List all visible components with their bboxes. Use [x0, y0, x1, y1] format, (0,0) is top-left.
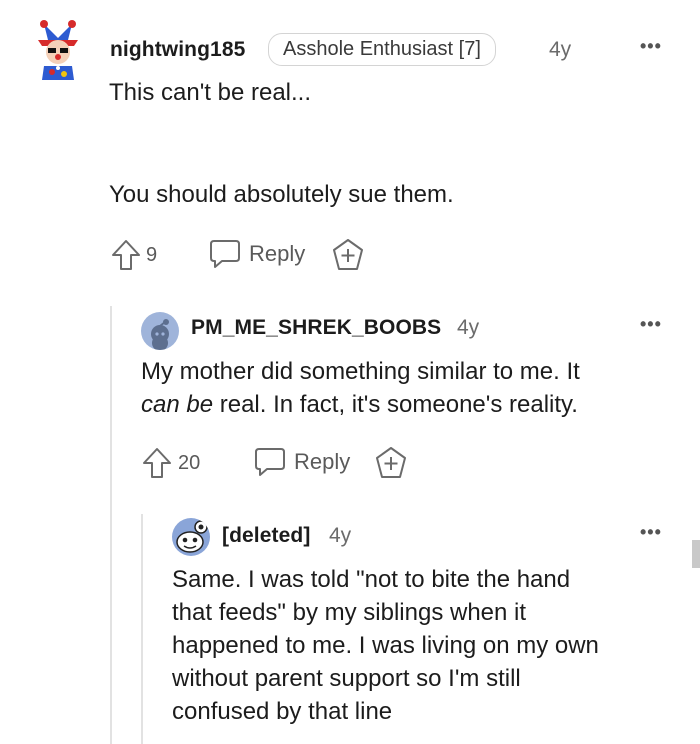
- upvote-count: 9: [146, 244, 158, 266]
- award-plus-icon: [333, 239, 363, 270]
- ellipsis-icon[interactable]: •••: [640, 314, 662, 335]
- comment-age: 4y: [457, 316, 480, 339]
- comment-line-rest: real. In fact, it's someone's reality.: [213, 391, 578, 418]
- scrollbar-thumb[interactable]: [692, 540, 700, 568]
- award-button[interactable]: [374, 446, 408, 485]
- comment-username[interactable]: nightwing185: [110, 38, 245, 62]
- user-avatar[interactable]: [34, 18, 82, 82]
- upvote-button[interactable]: [141, 446, 173, 480]
- user-avatar[interactable]: [172, 518, 210, 556]
- speech-bubble-icon: [255, 448, 285, 476]
- comment-line: without parent support so I'm still: [172, 665, 521, 692]
- emphasis-text: can be: [141, 391, 214, 418]
- comment-line: Same. I was told "not to bite the hand: [172, 566, 571, 593]
- upvote-arrow-icon: [143, 448, 171, 478]
- comment-age: 4y: [549, 38, 572, 61]
- reply-label: Reply: [294, 449, 351, 474]
- thread-line[interactable]: [141, 514, 143, 744]
- award-button[interactable]: [331, 238, 365, 277]
- user-flair: Asshole Enthusiast [7]: [268, 33, 496, 66]
- comment-line: happened to me. I was living on my own: [172, 632, 599, 659]
- upvote-count: 20: [178, 452, 201, 474]
- user-avatar[interactable]: [141, 312, 179, 350]
- reply-button[interactable]: Reply: [208, 238, 305, 270]
- comment-line: This can't be real...: [109, 79, 312, 106]
- reply-label: Reply: [249, 241, 306, 266]
- comment-username[interactable]: [deleted]: [222, 524, 310, 548]
- speech-bubble-icon: [210, 240, 240, 268]
- snoo-avatar-icon: [176, 520, 208, 553]
- comment-line: can be real. In fact, it's someone's rea…: [141, 388, 580, 421]
- comment-line: that feeds" by my siblings when it: [172, 599, 527, 626]
- reply-button[interactable]: Reply: [253, 446, 350, 478]
- comment-body: This can't be real... You should absolut…: [109, 76, 454, 211]
- comment-age: 4y: [329, 524, 352, 547]
- comment-line: confused by that line: [172, 698, 393, 725]
- snoo-avatar-icon: [151, 319, 169, 350]
- award-plus-icon: [376, 447, 406, 478]
- comment-body: My mother did something similar to me. I…: [141, 355, 580, 421]
- comment-body: Same. I was told "not to bite the hand t…: [172, 563, 599, 728]
- thread-line[interactable]: [110, 306, 112, 744]
- ellipsis-icon[interactable]: •••: [640, 36, 662, 57]
- comment-line: You should absolutely sue them.: [109, 181, 454, 208]
- jester-avatar-icon: [38, 20, 78, 80]
- upvote-arrow-icon: [112, 240, 140, 270]
- comment-username[interactable]: PM_ME_SHREK_BOOBS: [191, 316, 441, 340]
- comment-line: My mother did something similar to me. I…: [141, 358, 580, 385]
- ellipsis-icon[interactable]: •••: [640, 522, 662, 543]
- upvote-button[interactable]: [110, 238, 142, 272]
